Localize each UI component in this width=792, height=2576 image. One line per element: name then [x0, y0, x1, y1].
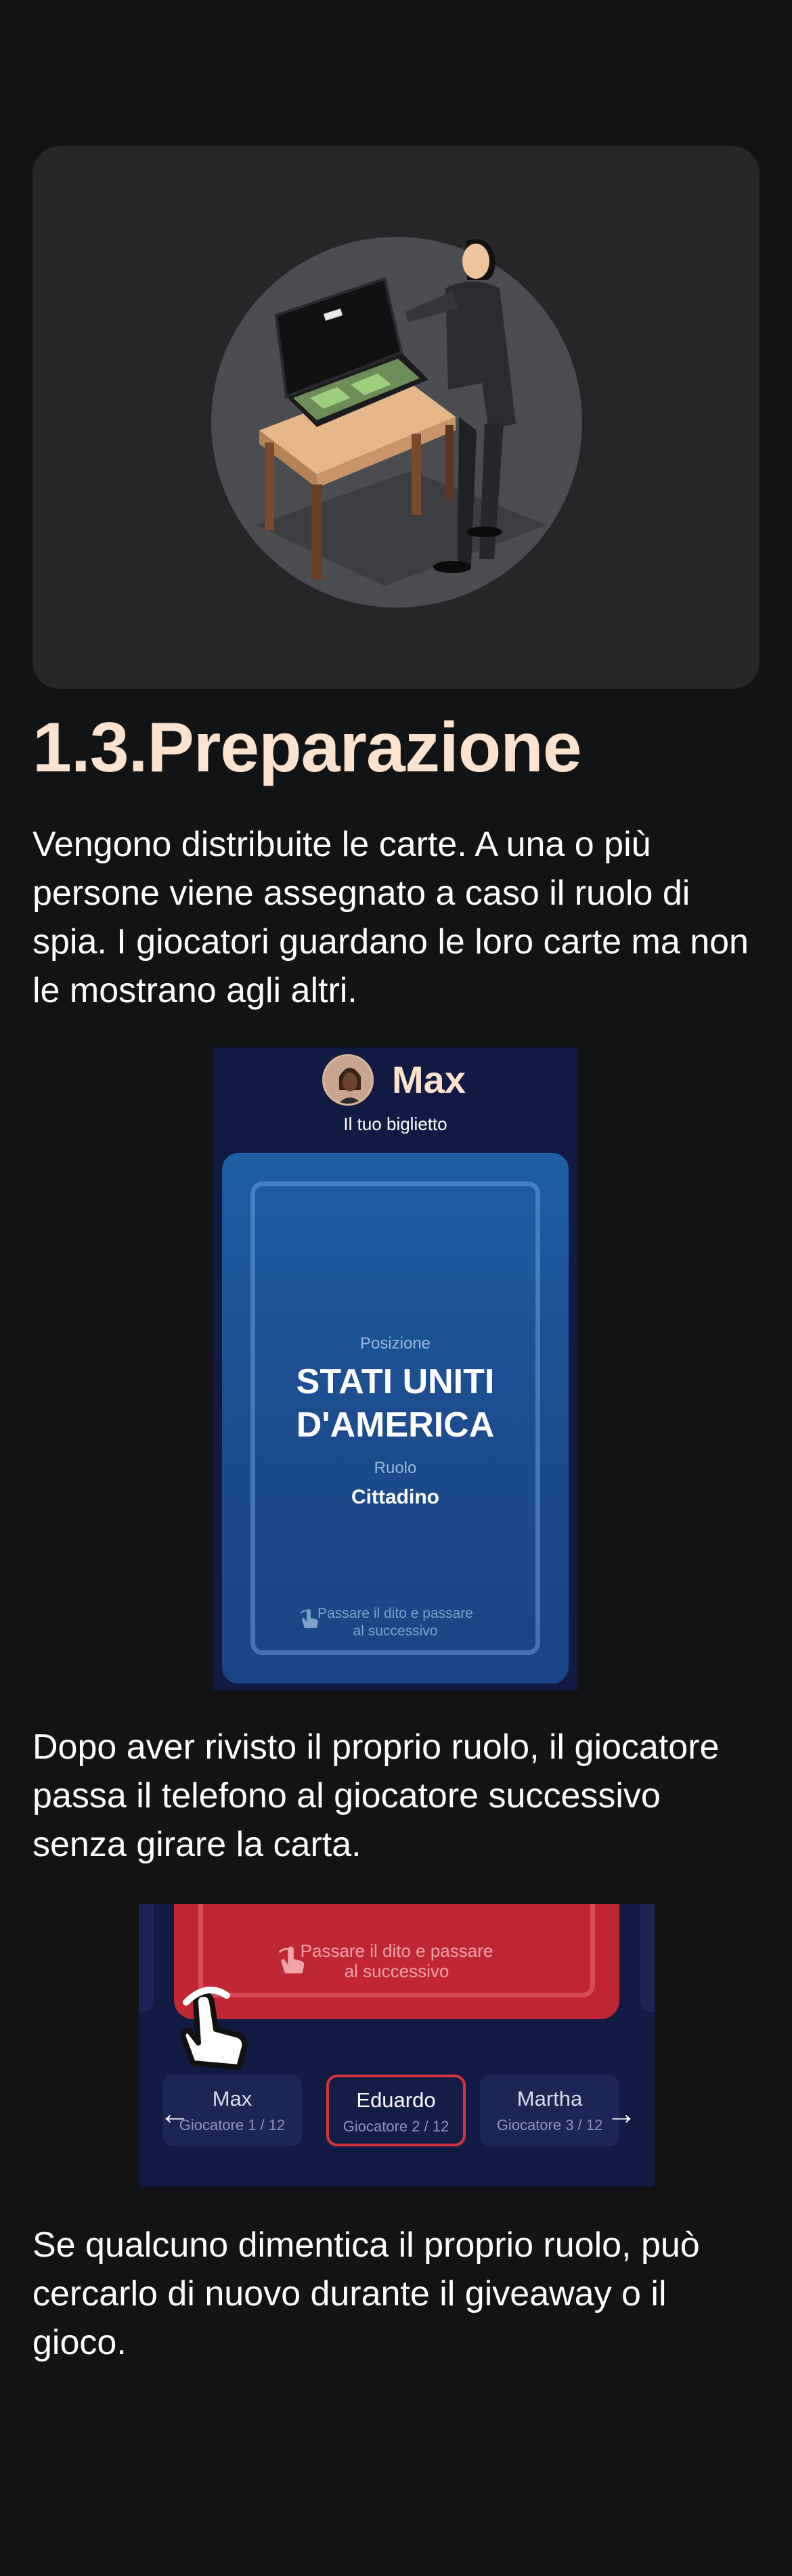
- role-value: Cittadino: [351, 1486, 439, 1508]
- pass-phone-paragraph: Dopo aver rivisto il proprio ruolo, il g…: [32, 1727, 720, 1864]
- player-pill-subtitle: Giocatore 3 / 12: [496, 2117, 603, 2133]
- position-value-line1: STATI UNITI: [296, 1362, 495, 1401]
- next-card-edge: [640, 1904, 655, 2012]
- intro-paragraph: Vengono distribuite le carte. A una o pi…: [32, 825, 749, 1010]
- player-pill-name: Eduardo: [356, 2088, 436, 2112]
- avatar: [322, 1054, 374, 1106]
- arrow-right-icon[interactable]: →: [606, 2098, 637, 2129]
- swipe-hint-line1: Passare il dito e passare: [300, 1941, 493, 1961]
- prev-card-edge: [139, 1904, 154, 2012]
- swipe-hint: Passare il dito e passare al successivo: [222, 1605, 569, 1640]
- swipe-hint-line2: al successivo: [353, 1623, 438, 1639]
- ticket-label: Il tuo biglietto: [343, 1114, 447, 1134]
- arrow-left-icon[interactable]: ←: [159, 2098, 190, 2129]
- swipe-hint: Passare il dito e passare al successivo: [174, 1941, 619, 1981]
- section-title: 1.3.Preparazione: [32, 708, 582, 787]
- player-pill-2-active[interactable]: Eduardo Giocatore 2 / 12: [326, 2075, 466, 2146]
- pass-phone-screenshot: Passare il dito e passare al successivo …: [139, 1904, 655, 2187]
- player-pill-subtitle: Giocatore 2 / 12: [343, 2118, 449, 2135]
- man-with-briefcase-illustration: [211, 237, 582, 608]
- player-name: Max: [392, 1058, 466, 1101]
- role-card[interactable]: Posizione STATI UNITI D'AMERICA Ruolo Ci…: [222, 1153, 569, 1684]
- swipe-hint-line2: al successivo: [344, 1961, 449, 1981]
- role-label: Ruolo: [374, 1459, 417, 1477]
- hero-illustration: [32, 146, 760, 689]
- player-pill-name: Martha: [516, 2087, 583, 2110]
- swipe-hint-line1: Passare il dito e passare: [317, 1606, 473, 1621]
- forgot-role-paragraph: Se qualcuno dimentica il proprio ruolo, …: [32, 2225, 700, 2362]
- player-pill-3[interactable]: Martha Giocatore 3 / 12: [480, 2075, 619, 2146]
- position-value: STATI UNITI D'AMERICA: [222, 1360, 569, 1447]
- position-value-line2: D'AMERICA: [296, 1405, 495, 1445]
- card-reveal-screenshot: Max Il tuo biglietto Posizione STATI UNI…: [213, 1047, 578, 1690]
- position-label: Posizione: [359, 1334, 431, 1353]
- swipe-gesture-hand-icon: [180, 1987, 248, 2070]
